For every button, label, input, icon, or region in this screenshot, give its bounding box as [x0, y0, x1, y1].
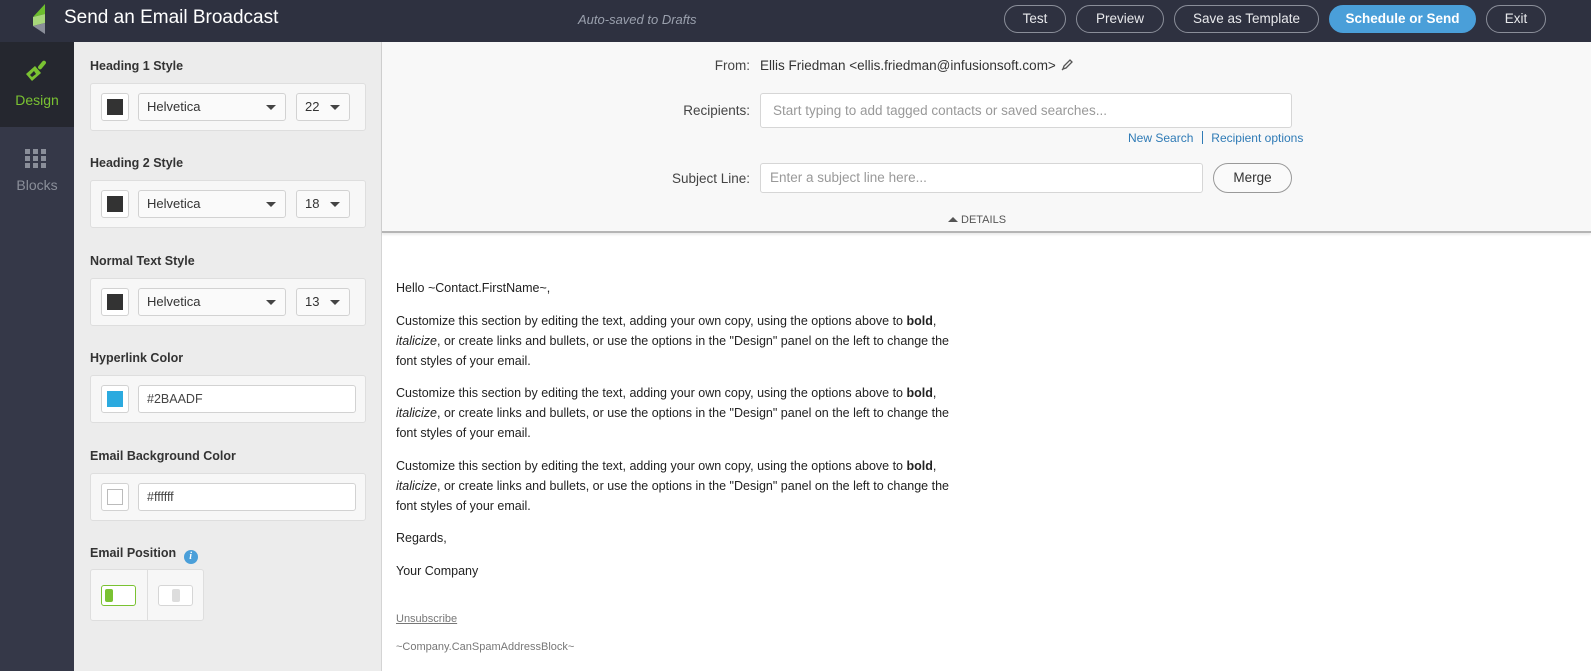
- email-position-label: Email Position i: [90, 546, 198, 564]
- recipients-input[interactable]: Start typing to add tagged contacts or s…: [760, 93, 1292, 128]
- paragraph-text: ,: [932, 313, 937, 328]
- unsubscribe-link[interactable]: Unsubscribe: [396, 609, 966, 629]
- test-button[interactable]: Test: [1004, 5, 1066, 33]
- body-paragraph: Customize this section by editing the te…: [396, 311, 966, 371]
- autosave-status: Auto-saved to Drafts: [578, 12, 697, 27]
- hyperlink-color-card: #2BAADF: [90, 375, 366, 423]
- pencil-icon[interactable]: [1061, 59, 1073, 71]
- bold-text: bold: [906, 386, 933, 400]
- paragraph-text: ,: [932, 386, 937, 400]
- infusionsoft-logo-icon: [33, 4, 45, 34]
- details-toggle[interactable]: DETAILS: [948, 214, 1006, 226]
- subject-line-label: Subject Line:: [671, 171, 750, 186]
- link-divider: [1201, 131, 1203, 144]
- arrow-up-icon: [948, 217, 958, 222]
- chevron-down-icon: [266, 202, 276, 207]
- recipient-options-link[interactable]: Recipient options: [1211, 131, 1303, 145]
- heading1-font-select[interactable]: Helvetica: [138, 93, 286, 121]
- chevron-down-icon: [330, 300, 340, 305]
- save-as-template-button[interactable]: Save as Template: [1174, 5, 1319, 33]
- email-background-color-card: #ffffff: [90, 473, 366, 521]
- address-block-text: ~Company.CanSpamAddressBlock~: [396, 640, 575, 653]
- normal-text-font-value: Helvetica: [147, 294, 201, 309]
- heading1-style-label: Heading 1 Style: [90, 59, 184, 73]
- rail-label-design: Design: [15, 92, 59, 108]
- position-left-option[interactable]: [91, 570, 147, 620]
- heading2-style-card: Helvetica 18: [90, 180, 366, 228]
- preview-button[interactable]: Preview: [1076, 5, 1164, 33]
- background-color-swatch[interactable]: [101, 483, 129, 511]
- italic-text: italicize: [396, 478, 437, 493]
- bold-text: bold: [906, 458, 933, 473]
- heading1-color-swatch[interactable]: [101, 93, 129, 121]
- body-paragraph: Customize this section by editing the te…: [396, 383, 966, 443]
- hyperlink-color-label: Hyperlink Color: [90, 351, 184, 365]
- info-icon[interactable]: i: [183, 550, 198, 564]
- page-title: Send an Email Broadcast: [64, 7, 279, 28]
- paragraph-text: Customize this section by editing the te…: [396, 458, 907, 473]
- hyperlink-color-input[interactable]: #2BAADF: [138, 385, 356, 413]
- rail-item-design[interactable]: Design: [0, 42, 74, 127]
- position-center-option[interactable]: [147, 570, 203, 620]
- heading1-size-value: 22: [305, 99, 320, 114]
- design-panel: Heading 1 Style Helvetica 22 Heading 2 S…: [74, 42, 382, 671]
- bold-text: bold: [906, 313, 933, 328]
- chevron-down-icon: [266, 300, 276, 305]
- heading2-size-value: 18: [305, 196, 320, 211]
- details-toggle-label: DETAILS: [961, 214, 1007, 226]
- heading1-size-select[interactable]: 22: [296, 93, 350, 121]
- schedule-or-send-button[interactable]: Schedule or Send: [1329, 5, 1476, 33]
- heading1-font-value: Helvetica: [147, 99, 201, 114]
- chevron-down-icon: [330, 105, 340, 110]
- heading2-style-label: Heading 2 Style: [90, 156, 184, 170]
- heading1-style-card: Helvetica 22: [90, 83, 366, 131]
- left-rail: Design Blocks: [0, 42, 74, 671]
- subject-line-input[interactable]: Enter a subject line here...: [760, 163, 1203, 193]
- rail-label-blocks: Blocks: [16, 177, 58, 193]
- email-body[interactable]: Hello ~Contact.FirstName~, Customize thi…: [396, 278, 966, 669]
- normal-text-font-select[interactable]: Helvetica: [138, 288, 286, 316]
- regards-text: Regards,: [396, 531, 447, 545]
- normal-text-style-card: Helvetica 13: [90, 278, 366, 326]
- paragraph-text: , or create links and bullets, or use th…: [396, 478, 949, 513]
- recipients-label: Recipients:: [683, 103, 750, 118]
- email-position-text: Email Position: [90, 546, 177, 560]
- paintbrush-icon: [26, 60, 46, 81]
- merge-button[interactable]: Merge: [1213, 163, 1292, 193]
- paragraph-text: , or create links and bullets, or use th…: [396, 406, 949, 440]
- chevron-down-icon: [266, 105, 276, 110]
- paragraph-text: , or create links and bullets, or use th…: [396, 333, 949, 368]
- chevron-down-icon: [330, 202, 340, 207]
- heading2-color-swatch[interactable]: [101, 190, 129, 218]
- exit-button[interactable]: Exit: [1486, 5, 1546, 33]
- normal-text-color-swatch[interactable]: [101, 288, 129, 316]
- greeting-text: Hello ~Contact.FirstName~,: [396, 281, 551, 295]
- paragraph-text: ,: [932, 458, 937, 473]
- heading2-size-select[interactable]: 18: [296, 190, 350, 218]
- new-search-link[interactable]: New Search: [1128, 131, 1193, 145]
- heading2-font-select[interactable]: Helvetica: [138, 190, 286, 218]
- email-position-selector: [90, 569, 204, 621]
- heading2-font-value: Helvetica: [147, 196, 201, 211]
- italic-text: italicize: [396, 406, 437, 420]
- from-value: Ellis Friedman <ellis.friedman@infusions…: [760, 58, 1056, 73]
- company-text: Your Company: [396, 563, 479, 578]
- from-label: From:: [714, 58, 750, 73]
- top-bar: Send an Email Broadcast Auto-saved to Dr…: [0, 0, 1591, 42]
- normal-text-size-value: 13: [305, 294, 320, 309]
- body-paragraph: Customize this section by editing the te…: [396, 456, 966, 516]
- email-details-panel: From: Ellis Friedman <ellis.friedman@inf…: [382, 42, 1591, 233]
- paragraph-text: Customize this section by editing the te…: [396, 386, 907, 400]
- email-background-color-label: Email Background Color: [90, 449, 236, 463]
- hyperlink-color-swatch[interactable]: [101, 385, 129, 413]
- background-color-input[interactable]: #ffffff: [138, 483, 356, 511]
- normal-text-size-select[interactable]: 13: [296, 288, 350, 316]
- rail-item-blocks[interactable]: Blocks: [0, 127, 74, 212]
- normal-text-style-label: Normal Text Style: [90, 254, 195, 268]
- paragraph-text: Customize this section by editing the te…: [396, 313, 907, 328]
- italic-text: italicize: [396, 333, 437, 348]
- grid-icon: [25, 149, 46, 168]
